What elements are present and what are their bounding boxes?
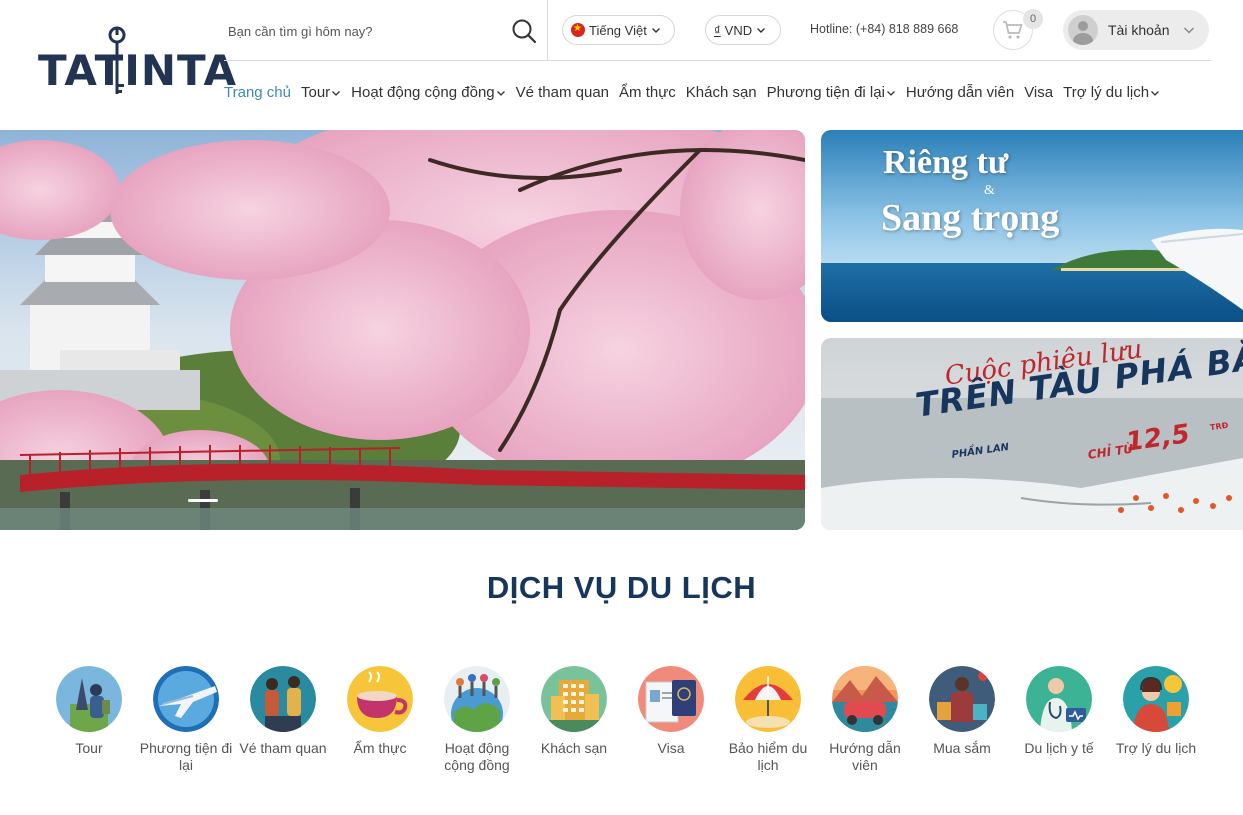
nav-label: Visa: [1024, 84, 1054, 101]
service-guide[interactable]: Hướng dẫn viên: [816, 666, 914, 774]
shopping-icon: [929, 666, 995, 732]
nav-label: Khách sạn: [685, 84, 757, 101]
nav-label: Trợ lý du lịch: [1063, 84, 1150, 101]
hero-slider[interactable]: [0, 130, 805, 530]
chevron-down-icon: [332, 90, 341, 96]
passport-icon: [638, 666, 704, 732]
service-label: Vé tham quan: [239, 740, 327, 756]
site-header: TATINTA Tiếng Việt ₫ VND Hotline: (+84) …: [0, 0, 1243, 130]
service-medical[interactable]: Du lịch y tế: [1010, 666, 1108, 757]
food-icon: [347, 666, 413, 732]
banner1-line2: Sang trọng: [881, 197, 1060, 239]
account-label: Tài khoản: [1108, 22, 1170, 38]
airplane-icon: [153, 666, 219, 732]
service-label: Khách sạn: [540, 740, 608, 756]
service-tour[interactable]: Tour: [40, 666, 138, 757]
service-label: Hoạt động cộng đồng: [444, 740, 510, 773]
service-assistant[interactable]: Trợ lý du lịch: [1107, 666, 1205, 757]
community-icon: [444, 666, 510, 732]
chevron-down-icon: [651, 28, 660, 33]
nav-label: Ẩm thực: [619, 84, 676, 101]
service-visa[interactable]: Visa: [622, 666, 720, 757]
nav-item-food[interactable]: Ẩm thực: [619, 84, 676, 101]
service-label: Phương tiện đi lại: [139, 740, 233, 773]
service-transport[interactable]: Phương tiện đi lại: [137, 666, 235, 774]
service-label: Ẩm thực: [353, 740, 407, 756]
chevron-down-icon: [886, 90, 895, 96]
nav-label: Hướng dẫn viên: [905, 84, 1015, 101]
chevron-down-icon: [1151, 90, 1160, 96]
service-label: Mua sắm: [933, 740, 991, 756]
slider-dot[interactable]: [188, 499, 218, 502]
service-sightseeing[interactable]: Vé tham quan: [234, 666, 332, 757]
nav-label: Hoạt động cộng đồng: [351, 84, 495, 101]
sightseeing-icon: [250, 666, 316, 732]
language-label: Tiếng Việt: [589, 22, 647, 38]
key-icon: [108, 26, 126, 94]
nav-label: Vé tham quan: [515, 84, 610, 101]
service-label: Visa: [657, 740, 685, 756]
service-insurance[interactable]: Bảo hiểm du lịch: [719, 666, 817, 774]
cart-count-badge: 0: [1023, 9, 1043, 29]
insurance-icon: [735, 666, 801, 732]
banner1-line1: Riêng tư: [883, 144, 1009, 181]
nav-item-hotel[interactable]: Khách sạn: [686, 84, 757, 101]
promo-banner-private-luxury[interactable]: Riêng tư & Sang trọng: [821, 130, 1243, 322]
medical-icon: [1026, 666, 1092, 732]
nav-item-home[interactable]: Trang chủ: [224, 84, 291, 101]
nav-item-transport[interactable]: Phương tiện đi lại: [767, 84, 896, 101]
account-button[interactable]: Tài khoản: [1063, 10, 1209, 50]
nav-item-tickets[interactable]: Vé tham quan: [516, 84, 609, 101]
search-icon[interactable]: [510, 17, 538, 45]
service-label: Trợ lý du lịch: [1115, 740, 1197, 756]
chevron-down-icon: [496, 90, 505, 96]
site-logo[interactable]: TATINTA: [38, 26, 236, 100]
language-selector[interactable]: Tiếng Việt: [562, 15, 675, 45]
currency-selector[interactable]: ₫ VND: [705, 15, 781, 45]
service-community[interactable]: Hoạt động cộng đồng: [428, 666, 526, 774]
nav-label: Tour: [300, 84, 331, 101]
tour-icon: [56, 666, 122, 732]
search-input[interactable]: [224, 18, 494, 44]
cart-icon: [1003, 21, 1023, 39]
chevron-down-icon: [1183, 27, 1195, 34]
main-nav: Trang chủ Tour Hoạt động cộng đồng Vé th…: [224, 84, 1160, 101]
nav-label: Trang chủ: [224, 84, 291, 101]
nav-item-tour[interactable]: Tour: [301, 84, 341, 101]
logo-text: TATINTA: [38, 46, 237, 95]
service-label: Du lịch y tế: [1024, 740, 1094, 756]
currency-symbol: ₫: [714, 22, 721, 38]
service-label: Bảo hiểm du lịch: [728, 740, 808, 773]
services-list: Tour Phương tiện đi lại Vé tham quan Ẩm …: [40, 666, 1220, 786]
promo-banner-icebreaker[interactable]: Cuộc phiêu lưu TRÊN TÀU PHÁ BĂNG PHẦN LA…: [821, 338, 1243, 530]
service-shopping[interactable]: Mua sắm: [913, 666, 1011, 757]
header-divider: [224, 60, 1211, 61]
nav-label: Phương tiện đi lại: [766, 84, 885, 101]
service-label: Hướng dẫn viên: [829, 740, 901, 773]
guide-icon: [832, 666, 898, 732]
chevron-down-icon: [757, 28, 766, 33]
service-hotel[interactable]: Khách sạn: [525, 666, 623, 757]
hotel-icon: [541, 666, 607, 732]
nav-item-assistant[interactable]: Trợ lý du lịch: [1063, 84, 1160, 101]
nav-item-community[interactable]: Hoạt động cộng đồng: [351, 84, 505, 101]
hero-image-cherry-blossom: [0, 130, 805, 530]
nav-item-guide[interactable]: Hướng dẫn viên: [906, 84, 1014, 101]
hotline-text[interactable]: Hotline: (+84) 818 889 668: [810, 22, 958, 36]
search-bar: [224, 0, 548, 60]
assistant-icon: [1123, 666, 1189, 732]
services-section-title: DỊCH VỤ DU LỊCH: [486, 570, 757, 605]
service-food[interactable]: Ẩm thực: [331, 666, 429, 757]
nav-item-visa[interactable]: Visa: [1024, 84, 1053, 101]
vietnam-flag-icon: [571, 22, 585, 37]
service-label: Tour: [75, 740, 103, 756]
avatar: [1068, 15, 1098, 45]
currency-label: VND: [724, 22, 753, 38]
